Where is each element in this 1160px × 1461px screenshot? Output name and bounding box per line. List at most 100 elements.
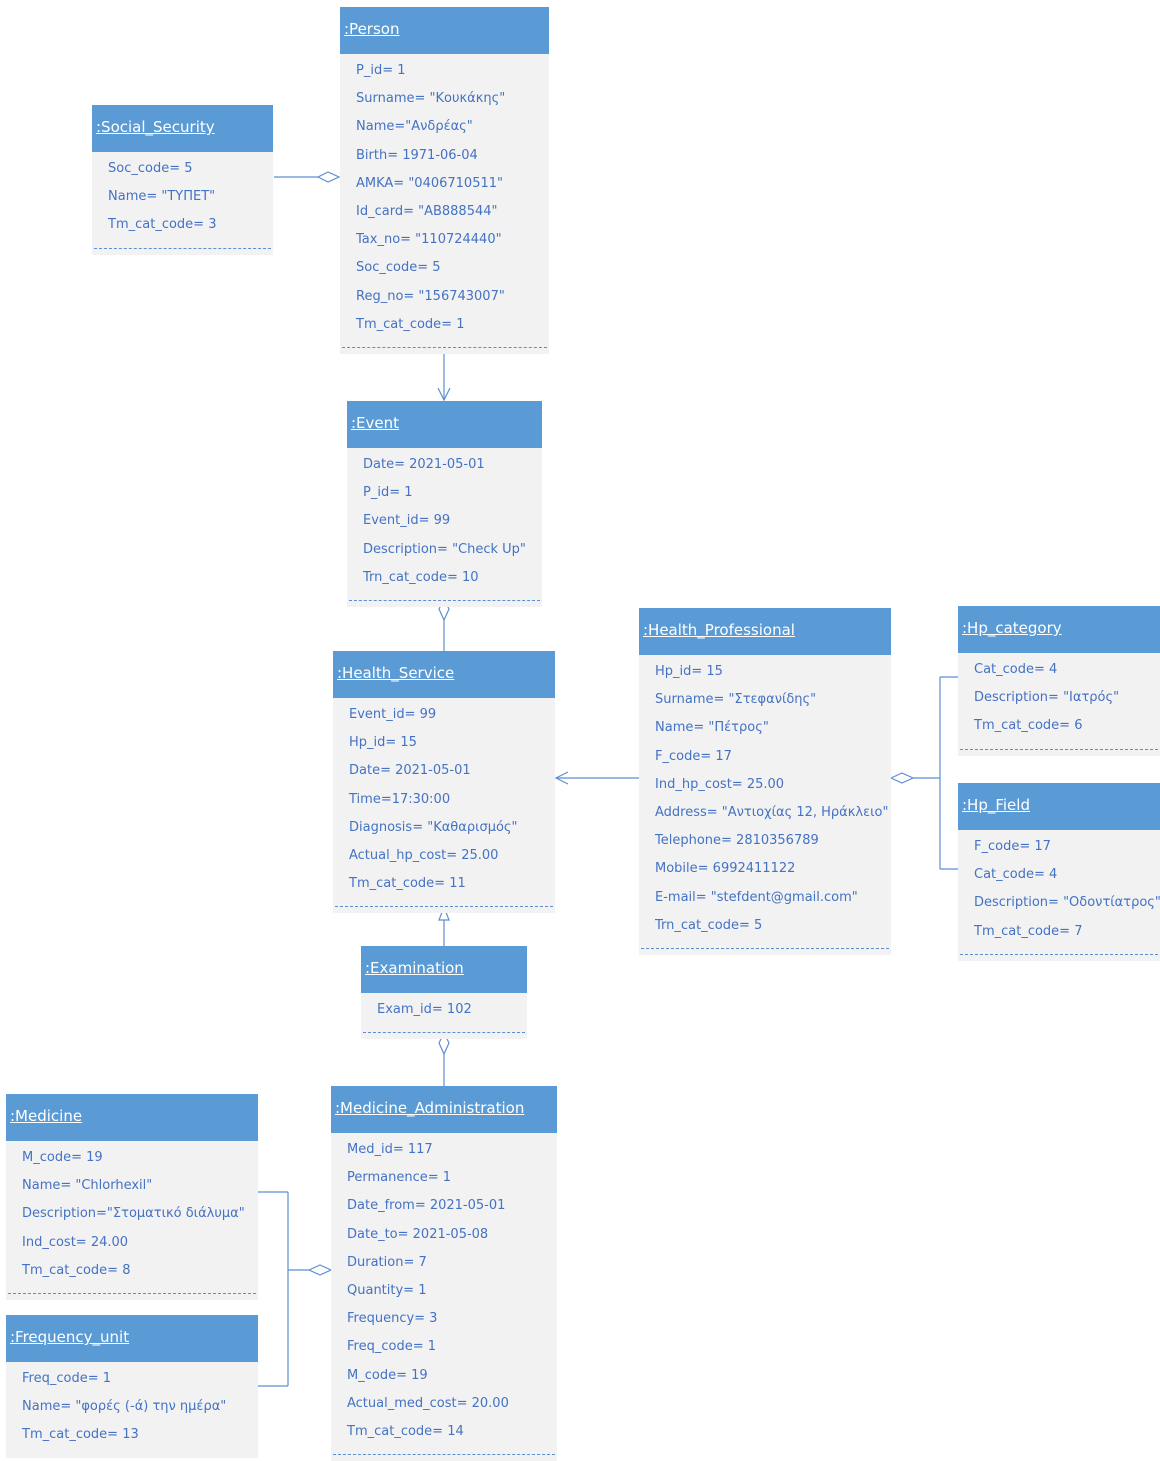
- object-health-service[interactable]: :Health_Service Event_id= 99 Hp_id= 15 D…: [333, 651, 555, 914]
- attribute: Permanence= 1: [347, 1170, 452, 1186]
- attribute: Time=17:30:00: [349, 791, 451, 807]
- object-medicine[interactable]: :Medicine M_code= 19 Name= "Chlorhexil" …: [6, 1094, 258, 1300]
- object-health-professional[interactable]: :Health_Professional Hp_id= 15 Surname= …: [639, 608, 891, 955]
- attribute: Freq_code= 1: [347, 1339, 436, 1355]
- object-health-service-title: :Health_Service: [333, 651, 555, 698]
- object-examination-title: :Examination: [361, 946, 527, 993]
- attribute: Birth= 1971-06-04: [356, 147, 478, 163]
- attribute: M_code= 19: [22, 1150, 103, 1165]
- attribute: F_code= 17: [974, 839, 1051, 854]
- attribute-list: Exam_id= 102: [361, 993, 527, 1032]
- attribute-list: Event_id= 99 Hp_id= 15 Date= 2021-05-01 …: [333, 698, 555, 906]
- attribute: Quantity= 1: [347, 1282, 427, 1298]
- attribute: Mobile= 6992411122: [655, 861, 796, 877]
- attribute: Tm_cat_code= 13: [22, 1427, 139, 1443]
- attribute: Soc_code= 5: [356, 260, 441, 276]
- attribute: Tm_cat_code= 7: [974, 923, 1083, 939]
- object-divider: [342, 346, 547, 354]
- object-divider: [333, 1454, 555, 1461]
- attribute-list: Soc_code= 5 Name= "ΤΥΠΕΤ" Tm_cat_code= 3: [92, 152, 273, 248]
- attribute: Description="Στοματικό διάλυμα": [22, 1206, 245, 1222]
- attribute: Tm_cat_code= 1: [356, 316, 465, 332]
- object-event[interactable]: :Event Date= 2021-05-01 P_id= 1 Event_id…: [347, 401, 542, 607]
- attribute: Duration= 7: [347, 1254, 427, 1270]
- attribute: E-mail= "stefdent@gmail.com": [655, 889, 858, 905]
- attribute-list: M_code= 19 Name= "Chlorhexil" Descriptio…: [6, 1141, 258, 1293]
- object-social-security-title: :Social_Security: [92, 105, 273, 152]
- attribute: Surname= "Στεφανίδης": [655, 692, 817, 708]
- attribute: Telephone= 2810356789: [655, 833, 819, 849]
- object-medicine-title: :Medicine: [6, 1094, 258, 1141]
- object-person[interactable]: :Person P_id= 1 Surname= "Κουκάκης" Name…: [340, 7, 549, 354]
- attribute-list: Med_id= 117 Permanence= 1 Date_from= 202…: [331, 1133, 557, 1454]
- attribute: Tax_no= "110724440": [356, 232, 502, 248]
- attribute: Event_id= 99: [349, 707, 437, 722]
- object-divider: [641, 947, 889, 955]
- object-hp-category-title: :Hp_category: [958, 606, 1160, 653]
- attribute: Hp_id= 15: [349, 735, 417, 751]
- attribute: Hp_id= 15: [655, 664, 723, 679]
- attribute: P_id= 1: [356, 63, 406, 78]
- attribute-list: Cat_code= 4 Description= "Ιατρός" Tm_cat…: [958, 653, 1160, 749]
- attribute-list: F_code= 17 Cat_code= 4 Description= "Οδο…: [958, 830, 1160, 954]
- attribute-list: P_id= 1 Surname= "Κουκάκης" Name="Ανδρέα…: [340, 54, 549, 347]
- object-hp-field-title: :Hp_Field: [958, 783, 1160, 830]
- attribute: Trn_cat_code= 5: [655, 917, 763, 933]
- aggregation-diamond-person: [316, 171, 341, 183]
- attribute: Name= "ΤΥΠΕΤ": [108, 189, 216, 205]
- object-hp-field[interactable]: :Hp_Field F_code= 17 Cat_code= 4 Descrip…: [958, 783, 1160, 961]
- attribute: Name= "Chlorhexil": [22, 1178, 153, 1194]
- object-hp-category[interactable]: :Hp_category Cat_code= 4 Description= "Ι…: [958, 606, 1160, 756]
- attribute: F_code= 17: [655, 748, 732, 764]
- attribute: Name= "φορές (-ά) την ημέρα": [22, 1399, 227, 1415]
- attribute: Date_to= 2021-05-08: [347, 1226, 489, 1242]
- attribute: Tm_cat_code= 11: [349, 876, 466, 892]
- attribute: Ind_cost= 24.00: [22, 1234, 129, 1250]
- object-examination[interactable]: :Examination Exam_id= 102: [361, 946, 527, 1040]
- attribute: Event_id= 99: [363, 513, 451, 529]
- attribute: Name="Ανδρέας": [356, 119, 473, 135]
- object-divider: [960, 953, 1158, 961]
- object-divider: [335, 906, 553, 913]
- attribute: Description= "Ιατρός": [974, 690, 1120, 706]
- attribute: Tm_cat_code= 14: [347, 1423, 464, 1439]
- attribute: Ind_hp_cost= 25.00: [655, 776, 785, 792]
- attribute: Date_from= 2021-05-01: [347, 1198, 506, 1214]
- attribute: M_code= 19: [347, 1367, 428, 1383]
- attribute: Id_card= "AB888544": [356, 203, 498, 219]
- object-frequency-unit[interactable]: :Frequency_unit Freq_code= 1 Name= "φορέ…: [6, 1315, 258, 1458]
- attribute: Diagnosis= "Καθαρισμός": [349, 819, 518, 835]
- attribute: Tm_cat_code= 8: [22, 1262, 131, 1278]
- object-health-professional-title: :Health_Professional: [639, 608, 891, 655]
- object-divider: [8, 1292, 256, 1300]
- object-divider: [94, 247, 271, 255]
- attribute: Address= "Αντιοχίας 12, Ηράκλειο": [655, 804, 889, 820]
- attribute: Name= "Πέτρος": [655, 720, 769, 736]
- attribute: Actual_med_cost= 20.00: [347, 1395, 509, 1411]
- attribute-list: Freq_code= 1 Name= "φορές (-ά) την ημέρα…: [6, 1362, 258, 1458]
- object-person-title: :Person: [340, 7, 549, 54]
- attribute: Description= "Check Up": [363, 541, 526, 557]
- attribute: P_id= 1: [363, 485, 413, 501]
- object-social-security[interactable]: :Social_Security Soc_code= 5 Name= "ΤΥΠΕ…: [92, 105, 273, 255]
- attribute: Exam_id= 102: [377, 1002, 472, 1017]
- object-medicine-administration[interactable]: :Medicine_Administration Med_id= 117 Per…: [331, 1086, 557, 1461]
- attribute: Frequency= 3: [347, 1311, 438, 1327]
- attribute: Tm_cat_code= 3: [108, 217, 217, 233]
- object-medicine-administration-title: :Medicine_Administration: [331, 1086, 557, 1133]
- attribute: Cat_code= 4: [974, 867, 1058, 883]
- object-divider: [349, 599, 540, 607]
- attribute-list: Hp_id= 15 Surname= "Στεφανίδης" Name= "Π…: [639, 655, 891, 948]
- attribute: AMKA= "0406710511": [356, 175, 503, 191]
- object-divider: [960, 748, 1158, 756]
- attribute: Description= "Οδοντίατρος": [974, 895, 1160, 911]
- attribute: Cat_code= 4: [974, 662, 1058, 677]
- attribute: Date= 2021-05-01: [349, 763, 471, 779]
- attribute: Freq_code= 1: [22, 1371, 111, 1386]
- attribute: Actual_hp_cost= 25.00: [349, 847, 499, 863]
- aggregation-diamond-professional: [889, 772, 915, 784]
- object-frequency-unit-title: :Frequency_unit: [6, 1315, 258, 1362]
- attribute: Med_id= 117: [347, 1142, 433, 1157]
- object-divider: [363, 1032, 525, 1039]
- attribute: Date= 2021-05-01: [363, 457, 485, 472]
